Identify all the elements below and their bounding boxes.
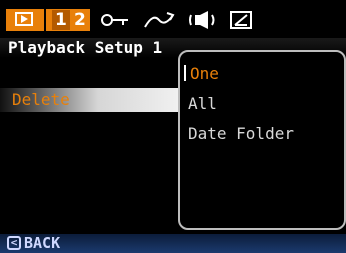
back-key-icon[interactable]: < (7, 236, 21, 250)
play-triangle-icon (21, 15, 28, 23)
camera-menu-screen: 1 2 Playback Setup 1 Delete One All Date… (0, 0, 346, 253)
menu-tab-strip: 1 2 (0, 0, 346, 38)
back-label[interactable]: BACK (24, 234, 60, 252)
sound-icon[interactable] (188, 9, 218, 31)
option-date-folder[interactable]: Date Folder (188, 124, 294, 143)
menu-item-label: Delete (12, 90, 70, 109)
page-2-tab[interactable]: 2 (74, 10, 86, 30)
selection-cursor (184, 65, 186, 81)
menu-item-delete[interactable]: Delete (0, 88, 178, 112)
delete-options-panel: One All Date Folder (178, 50, 346, 230)
playback-tab[interactable] (6, 9, 44, 31)
footer-bar: < BACK (0, 234, 346, 253)
key-icon[interactable] (100, 9, 130, 31)
option-one[interactable]: One (190, 64, 219, 83)
curve-icon[interactable] (143, 9, 175, 31)
page-1-tab[interactable]: 1 (52, 10, 70, 30)
option-all[interactable]: All (188, 94, 217, 113)
page-tabs: 1 2 (46, 9, 90, 31)
page-title: Playback Setup 1 (8, 38, 163, 57)
battery-icon[interactable] (229, 9, 255, 31)
